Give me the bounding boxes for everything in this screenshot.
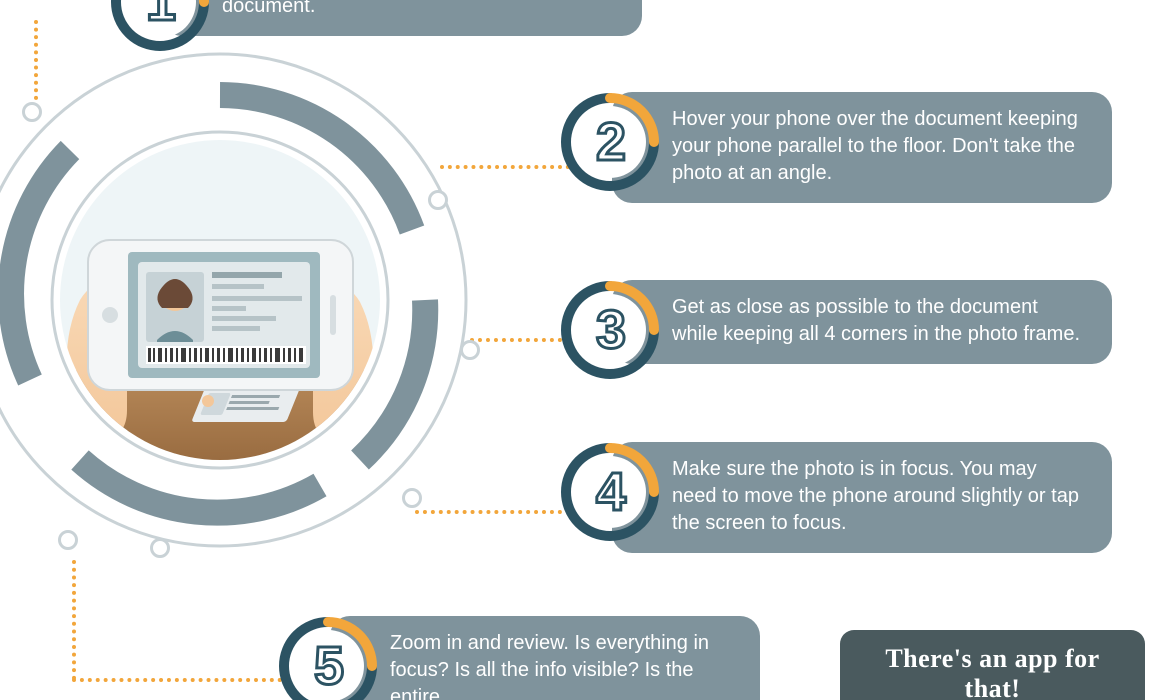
step-3-text: Get as close as possible to the document…	[612, 280, 1112, 364]
step-4-text: Make sure the photo is in focus. You may…	[612, 442, 1112, 553]
step-2-badge: 2	[560, 92, 660, 192]
step-1-badge: 1	[110, 0, 210, 52]
step-5-number: 5	[278, 616, 378, 700]
step-4-badge: 4	[560, 442, 660, 542]
step-2: 2 Hover your phone over the document kee…	[560, 92, 1150, 203]
step-2-number: 2	[560, 92, 660, 192]
ring-dot	[58, 530, 78, 550]
center-illustration	[0, 40, 480, 560]
step-2-text: Hover your phone over the document keepi…	[612, 92, 1112, 203]
step-5: 5 Zoom in and review. Is everything in f…	[278, 616, 818, 700]
step-5-text: Zoom in and review. Is everything in foc…	[330, 616, 760, 700]
ring-dot	[150, 538, 170, 558]
step-1-text: Make sure there are no shadows on the do…	[162, 0, 642, 36]
connector-step3	[470, 338, 570, 342]
step-4-number: 4	[560, 442, 660, 542]
connector-step5	[72, 560, 76, 680]
step-3-badge: 3	[560, 280, 660, 380]
infographic-canvas: 1 Make sure there are no shadows on the …	[0, 0, 1160, 700]
connector-step5h	[72, 678, 282, 682]
step-3-number: 3	[560, 280, 660, 380]
step-1: 1 Make sure there are no shadows on the …	[110, 0, 670, 52]
step-4: 4 Make sure the photo is in focus. You m…	[560, 442, 1150, 553]
ring-dot	[428, 190, 448, 210]
ring-dot	[22, 102, 42, 122]
step-5-badge: 5	[278, 616, 378, 700]
tip-title: There's an app for that!	[858, 644, 1127, 700]
step-3: 3 Get as close as possible to the docume…	[560, 280, 1150, 380]
ring-dot	[460, 340, 480, 360]
step-1-number: 1	[110, 0, 210, 52]
phone-icon	[88, 240, 353, 390]
ring-dot	[402, 488, 422, 508]
tip-box: There's an app for that! If you have a m…	[840, 630, 1145, 700]
